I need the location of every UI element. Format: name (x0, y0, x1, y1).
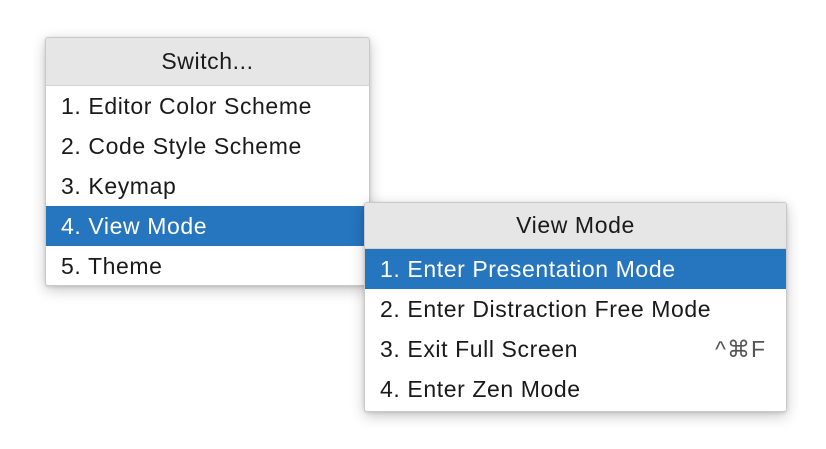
menu-item-label: 3. Keymap (61, 173, 177, 199)
view-mode-popup: View Mode 1. Enter Presentation Mode 2. … (364, 202, 787, 412)
menu-item-exit-full-screen[interactable]: 3. Exit Full Screen ^⌘F (365, 329, 786, 369)
menu-item-enter-zen-mode[interactable]: 4. Enter Zen Mode (365, 369, 786, 409)
menu-item-label: 2. Code Style Scheme (61, 133, 302, 159)
view-mode-menu-list: 1. Enter Presentation Mode 2. Enter Dist… (365, 249, 786, 409)
menu-item-label: 5. Theme (61, 253, 163, 279)
menu-item-enter-presentation-mode[interactable]: 1. Enter Presentation Mode (365, 249, 786, 289)
menu-item-enter-distraction-free-mode[interactable]: 2. Enter Distraction Free Mode (365, 289, 786, 329)
switch-popup: Switch... 1. Editor Color Scheme 2. Code… (45, 37, 370, 286)
menu-item-label: 3. Exit Full Screen (380, 336, 579, 362)
switch-popup-title: Switch... (46, 38, 369, 86)
shortcut-hint: ^⌘F (715, 336, 766, 362)
menu-item-label: 1. Editor Color Scheme (61, 93, 312, 119)
view-mode-popup-title: View Mode (365, 203, 786, 249)
switch-menu-list: 1. Editor Color Scheme 2. Code Style Sch… (46, 86, 369, 285)
menu-item-label: 2. Enter Distraction Free Mode (380, 296, 712, 322)
menu-item-view-mode[interactable]: 4. View Mode (46, 206, 369, 246)
menu-item-label: 4. Enter Zen Mode (380, 376, 581, 402)
menu-item-keymap[interactable]: 3. Keymap (46, 166, 369, 206)
menu-item-code-style-scheme[interactable]: 2. Code Style Scheme (46, 126, 369, 166)
menu-item-theme[interactable]: 5. Theme (46, 246, 369, 285)
menu-item-label: 1. Enter Presentation Mode (380, 256, 676, 282)
menu-item-label: 4. View Mode (61, 213, 208, 239)
menu-item-editor-color-scheme[interactable]: 1. Editor Color Scheme (46, 86, 369, 126)
